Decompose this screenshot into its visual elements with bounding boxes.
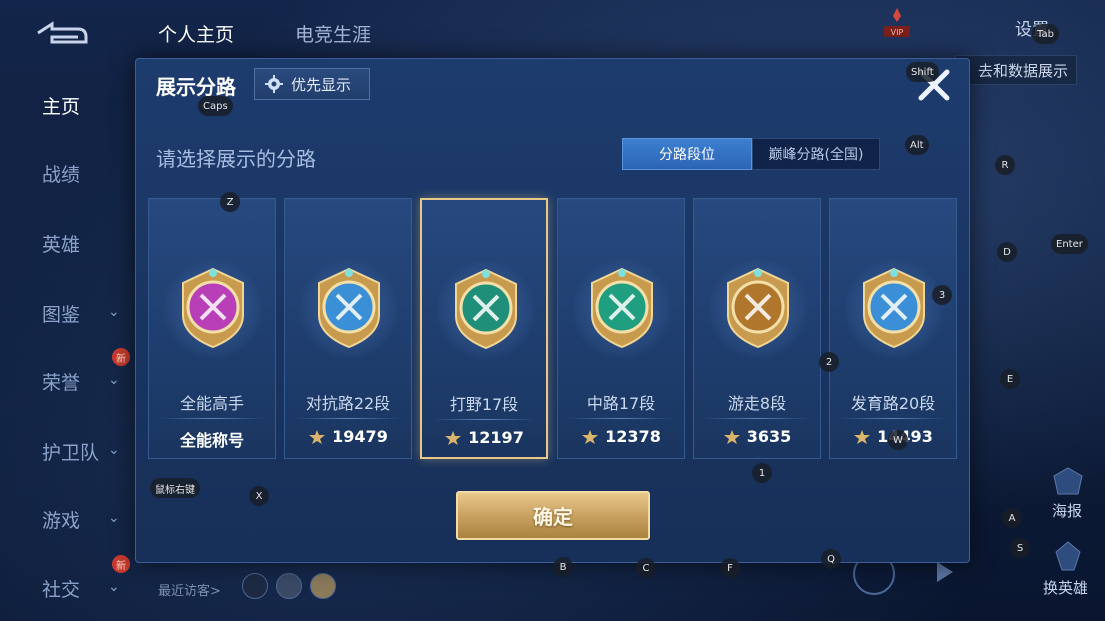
rank-score-icon	[723, 429, 740, 444]
lane-tab-switch: 分路段位 巅峰分路(全国)	[622, 138, 880, 170]
nav-item[interactable]: 战绩	[42, 160, 80, 187]
priority-display-label: 优先显示	[291, 75, 352, 94]
lane-emblem-icon	[727, 267, 789, 349]
lane-emblem-icon	[318, 267, 380, 349]
lane-card[interactable]: 对抗路22段 19479	[284, 198, 412, 459]
visitor-avatar[interactable]	[310, 573, 336, 599]
key-hint: F	[720, 558, 740, 578]
rank-score-icon	[582, 429, 599, 444]
switch-hero-icon[interactable]	[1050, 540, 1086, 572]
lane-score: 3635	[694, 427, 820, 446]
lane-score-value: 19479	[332, 427, 388, 446]
data-display-tab[interactable]: 去和数据展示	[955, 55, 1077, 85]
lane-score-value: 12378	[605, 427, 661, 446]
card-divider	[295, 418, 401, 419]
card-divider	[159, 418, 265, 419]
tab-peak-lane[interactable]: 巅峰分路(全国)	[752, 138, 880, 170]
chevron-down-icon[interactable]: ⌄	[108, 304, 120, 320]
chevron-down-icon[interactable]: ⌄	[108, 442, 120, 458]
tab-esports-career[interactable]: 电竞生涯	[295, 20, 371, 47]
vip-icon: VIP	[882, 6, 912, 40]
lane-card[interactable]: 游走8段 3635	[693, 198, 821, 459]
lane-score: 12378	[558, 427, 684, 446]
poster-icon[interactable]	[1050, 466, 1086, 498]
lane-card[interactable]: 打野17段 12197	[420, 198, 548, 459]
lane-name: 对抗路22段	[305, 394, 391, 413]
lane-emblem-icon	[455, 268, 517, 350]
key-hint: 1	[752, 463, 772, 483]
key-hint: Z	[220, 192, 240, 212]
gear-icon	[265, 75, 283, 93]
lane-name: 中路17段	[586, 394, 656, 413]
key-hint: Tab	[1032, 24, 1059, 44]
lane-score-value: 3635	[746, 427, 792, 446]
key-hint: D	[997, 242, 1017, 262]
back-icon[interactable]	[34, 20, 90, 46]
lane-card[interactable]: 中路17段 12378	[557, 198, 685, 459]
svg-text:VIP: VIP	[891, 28, 904, 37]
key-hint: Q	[821, 549, 841, 569]
nav-item[interactable]: 社交	[42, 575, 80, 602]
key-hint: Shift	[906, 62, 939, 82]
rank-score-icon	[309, 429, 326, 444]
play-icon[interactable]	[937, 562, 953, 582]
poster-label[interactable]: 海报	[1052, 500, 1082, 521]
rank-score-icon	[854, 429, 871, 444]
nav-item[interactable]: 主页	[42, 92, 80, 119]
key-hint: R	[995, 155, 1015, 175]
lane-score: 全能称号	[149, 427, 275, 451]
lane-name: 全能高手	[179, 394, 244, 413]
recent-visitors-link[interactable]: 最近访客>	[158, 580, 221, 599]
lane-name: 发育路20段	[850, 394, 936, 413]
nav-item[interactable]: 护卫队	[42, 438, 99, 465]
dialog-subtitle: 请选择展示的分路	[156, 147, 316, 171]
chevron-down-icon[interactable]: ⌄	[108, 510, 120, 526]
lane-card[interactable]: 全能高手 全能称号	[148, 198, 276, 459]
key-hint: B	[553, 557, 573, 577]
lane-emblem-icon	[182, 267, 244, 349]
nav-item[interactable]: 游戏	[42, 506, 80, 533]
visitor-avatar[interactable]	[276, 573, 302, 599]
visitor-avatar[interactable]	[242, 573, 268, 599]
lane-score-value: 全能称号	[179, 431, 244, 450]
card-divider	[840, 418, 946, 419]
rank-score-icon	[445, 430, 462, 445]
key-hint: S	[1010, 538, 1030, 558]
key-hint: 3	[932, 285, 952, 305]
lane-name: 游走8段	[727, 394, 787, 413]
key-hint: E	[1000, 369, 1020, 389]
card-divider	[432, 419, 536, 420]
tab-personal-home[interactable]: 个人主页	[158, 20, 234, 47]
key-hint: W	[888, 430, 908, 450]
priority-display-button[interactable]: 优先显示	[254, 68, 370, 100]
key-hint: 鼠标右键	[150, 478, 200, 498]
lane-score: 19479	[285, 427, 411, 446]
lane-emblem-icon	[591, 267, 653, 349]
key-hint: X	[249, 486, 269, 506]
new-badge: 新	[112, 348, 130, 366]
key-hint: Alt	[905, 135, 929, 155]
card-divider	[704, 418, 810, 419]
nav-item[interactable]: 英雄	[42, 230, 80, 257]
nav-item[interactable]: 图鉴	[42, 300, 80, 327]
chevron-down-icon[interactable]: ⌄	[108, 579, 120, 595]
key-hint: A	[1002, 508, 1022, 528]
key-hint: Caps	[198, 96, 233, 116]
lane-cards: 全能高手 全能称号 对抗路22段 19479 打野17段 12197 中路17段 12378 游…	[148, 198, 958, 460]
card-divider	[568, 418, 674, 419]
chevron-down-icon[interactable]: ⌄	[108, 372, 120, 388]
confirm-button[interactable]: 确定	[456, 491, 650, 540]
key-hint: C	[636, 558, 656, 578]
nav-item[interactable]: 荣誉	[42, 368, 80, 395]
key-hint: 2	[819, 352, 839, 372]
lane-score-value: 12197	[468, 428, 524, 447]
key-hint: Enter	[1051, 234, 1088, 254]
tab-lane-rank[interactable]: 分路段位	[622, 138, 752, 170]
lane-score: 12197	[422, 428, 546, 447]
lane-card[interactable]: 发育路20段14493	[829, 198, 957, 459]
switch-hero-label[interactable]: 换英雄	[1043, 577, 1088, 598]
lane-emblem-icon	[863, 267, 925, 349]
lane-name: 打野17段	[449, 395, 519, 414]
new-badge: 新	[112, 555, 130, 573]
